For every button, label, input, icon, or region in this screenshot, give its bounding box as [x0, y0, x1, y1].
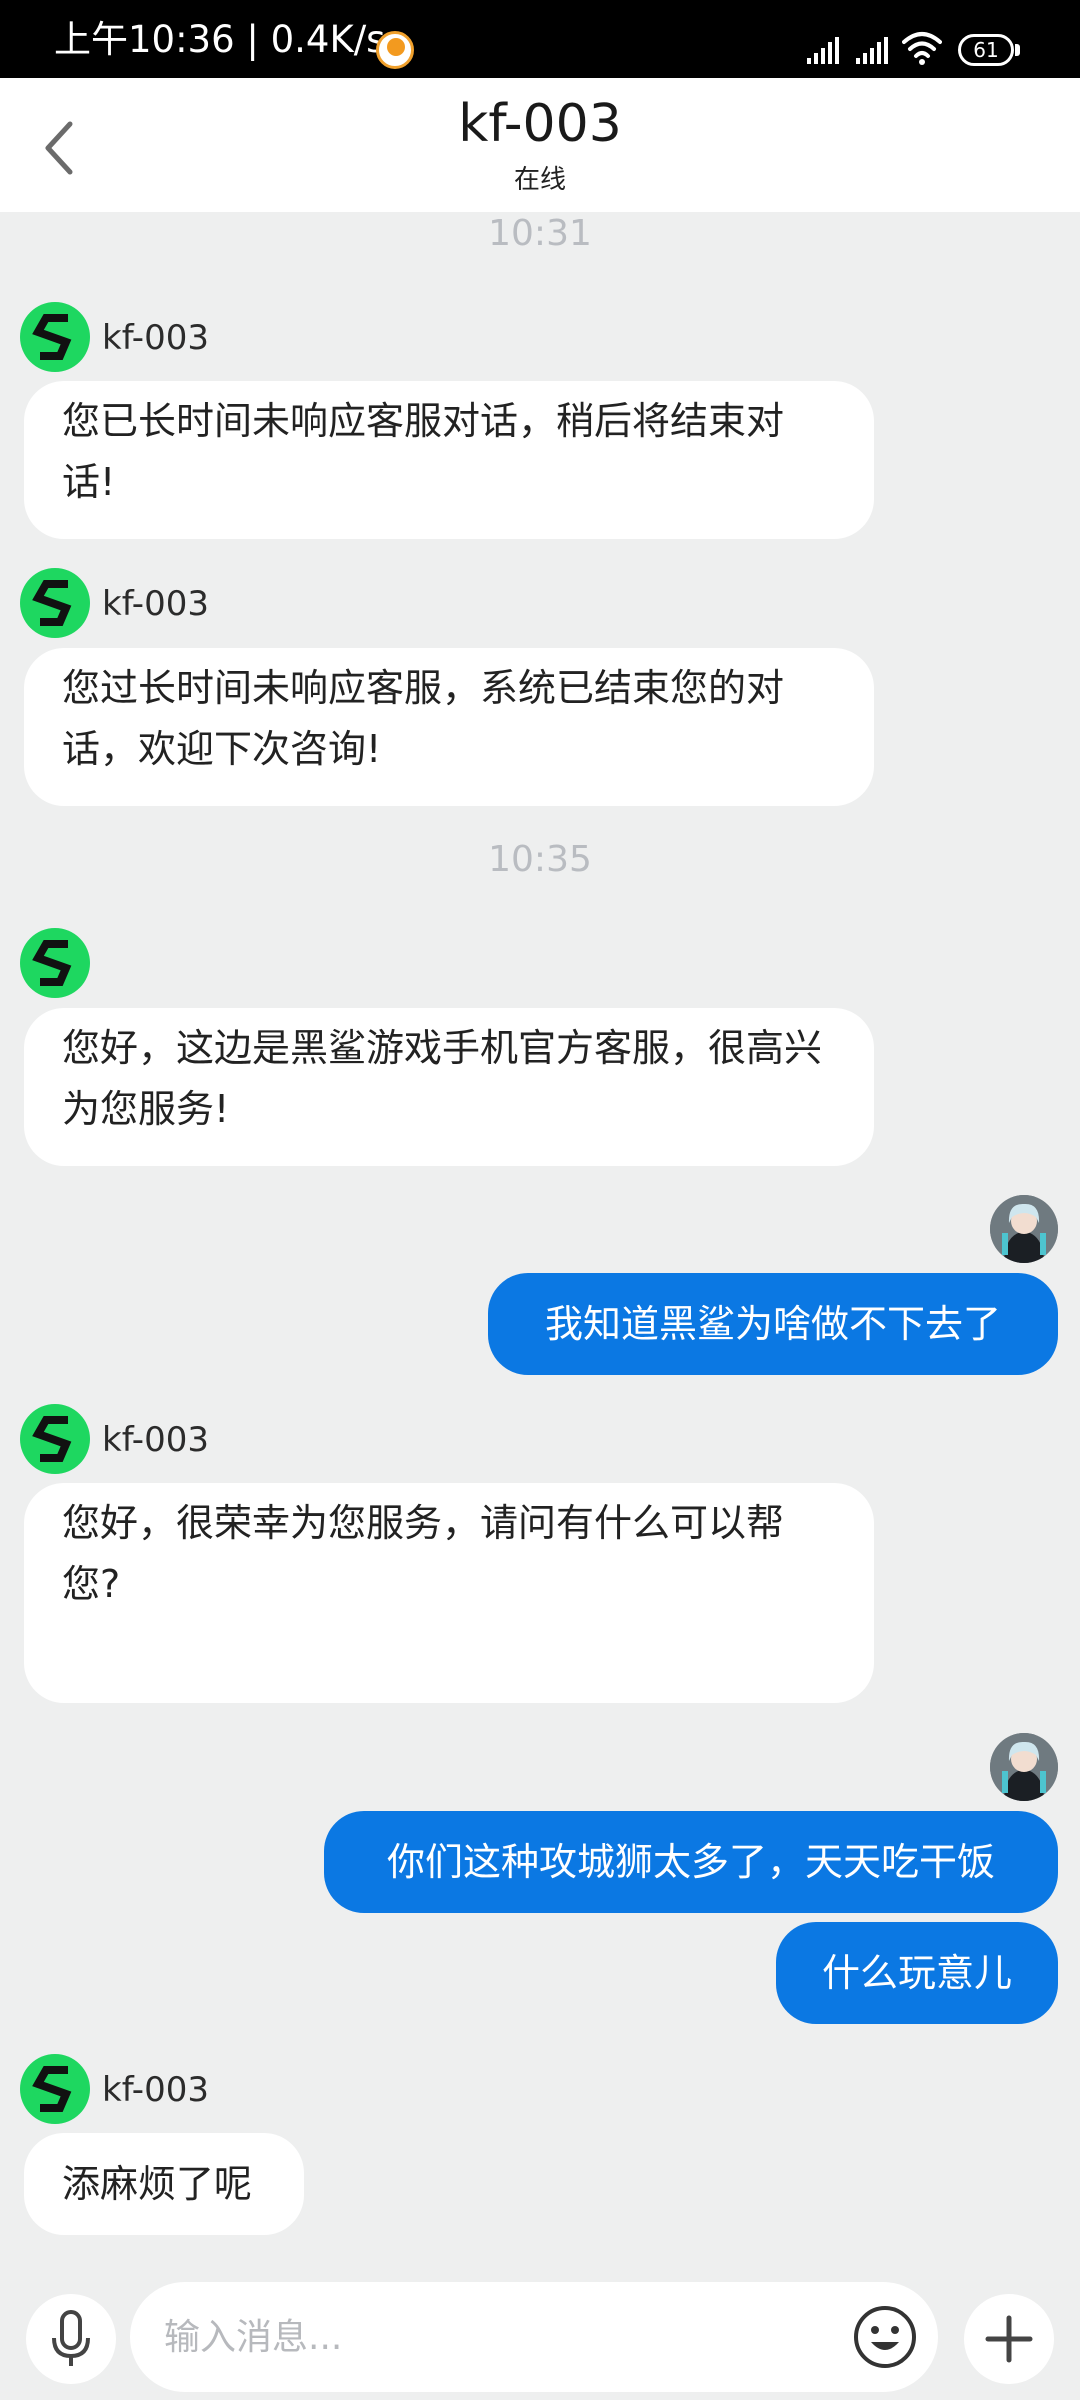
page-title: kf-003	[458, 94, 622, 154]
microphone-icon	[52, 2310, 90, 2366]
user-avatar[interactable]	[990, 1195, 1058, 1263]
agent-avatar[interactable]	[20, 568, 90, 638]
agent-message-bubble[interactable]: 您好，很荣幸为您服务，请问有什么可以帮您?	[24, 1483, 874, 1703]
user-message-bubble[interactable]: 你们这种攻城狮太多了，天天吃干饭	[324, 1811, 1058, 1913]
cellular-signal-icon	[807, 37, 839, 64]
online-status: 在线	[513, 165, 566, 195]
app-notification-icon	[376, 31, 414, 69]
agent-avatar[interactable]	[20, 928, 90, 998]
blackshark-logo-icon	[32, 2066, 72, 2112]
agent-message-bubble[interactable]: 您已长时间未响应客服对话，稍后将结束对话!	[24, 381, 874, 539]
plus-icon	[985, 2315, 1033, 2363]
agent-name: kf-003	[102, 1420, 209, 1460]
status-bar: 上午10:36 | 0.4K/s 61	[0, 0, 1080, 78]
user-message-bubble[interactable]: 我知道黑鲨为啥做不下去了	[488, 1273, 1058, 1375]
message-timestamp: 10:35	[488, 839, 592, 880]
agent-avatar[interactable]	[20, 2054, 90, 2124]
battery-cap	[1015, 44, 1020, 56]
message-input-bar	[0, 2272, 1080, 2400]
agent-name: kf-003	[102, 584, 209, 624]
user-message-bubble[interactable]: 什么玩意儿	[776, 1922, 1058, 2024]
agent-avatar[interactable]	[20, 1404, 90, 1474]
voice-input-button[interactable]	[26, 2294, 116, 2384]
anime-avatar-icon	[990, 1733, 1058, 1801]
blackshark-logo-icon	[32, 314, 72, 360]
chat-header: kf-003 在线	[0, 78, 1080, 212]
status-time-speed: 上午10:36 | 0.4K/s	[54, 18, 386, 61]
battery-icon: 61	[958, 34, 1014, 66]
more-options-button[interactable]	[964, 2294, 1054, 2384]
wifi-icon	[902, 32, 942, 65]
smiley-icon[interactable]	[850, 2302, 920, 2372]
blackshark-logo-icon	[32, 940, 72, 986]
agent-message-bubble[interactable]: 您过长时间未响应客服，系统已结束您的对话，欢迎下次咨询!	[24, 648, 874, 806]
agent-message-bubble[interactable]: 添麻烦了呢	[24, 2133, 304, 2235]
blackshark-logo-icon	[32, 580, 72, 626]
agent-name: kf-003	[102, 318, 209, 358]
agent-avatar[interactable]	[20, 302, 90, 372]
cellular-signal-icon	[856, 37, 888, 64]
message-timestamp: 10:31	[488, 213, 592, 254]
anime-avatar-icon	[990, 1195, 1058, 1263]
user-avatar[interactable]	[990, 1733, 1058, 1801]
agent-name: kf-003	[102, 2070, 209, 2110]
blackshark-logo-icon	[32, 1416, 72, 1462]
agent-message-bubble[interactable]: 您好，这边是黑鲨游戏手机官方客服，很高兴为您服务!	[24, 1008, 874, 1166]
message-input[interactable]	[130, 2282, 938, 2392]
